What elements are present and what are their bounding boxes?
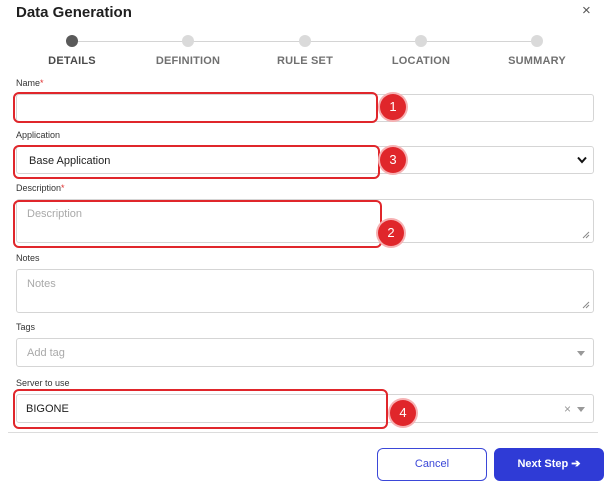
name-label-text: Name	[16, 78, 41, 88]
step-dot-rule-set	[299, 35, 311, 47]
chevron-down-icon	[577, 156, 587, 164]
step-dot-summary	[531, 35, 543, 47]
step-label-location: LOCATION	[391, 55, 451, 67]
tags-label: Tags	[16, 322, 36, 332]
server-label: Server to use	[16, 378, 70, 388]
description-label: Description*	[16, 183, 65, 193]
callout-badge-3: 3	[380, 147, 406, 173]
step-dot-definition	[182, 35, 194, 47]
clear-icon[interactable]: ×	[564, 402, 571, 416]
step-label-rule-set: RULE SET	[277, 55, 333, 67]
server-select[interactable]: BIGONE ×	[16, 394, 594, 423]
callout-badge-2: 2	[378, 220, 404, 246]
step-label-details: DETAILS	[48, 55, 96, 67]
footer-divider	[8, 432, 598, 433]
cancel-button[interactable]: Cancel	[377, 448, 487, 481]
step-dot-location	[415, 35, 427, 47]
next-step-button[interactable]: Next Step ➔	[494, 448, 604, 481]
description-textarea[interactable]: Description	[16, 199, 594, 243]
resize-handle-icon[interactable]	[582, 231, 590, 239]
callout-badge-4: 4	[390, 400, 416, 426]
application-select[interactable]: Base Application	[16, 146, 594, 174]
application-label: Application	[16, 130, 61, 140]
name-label: Name*	[16, 78, 44, 88]
close-icon[interactable]: ×	[582, 2, 591, 19]
caret-down-icon[interactable]	[577, 351, 585, 356]
notes-label: Notes	[16, 253, 40, 263]
dialog-title: Data Generation	[16, 4, 132, 21]
notes-placeholder: Notes	[27, 278, 56, 290]
application-select-value: Base Application	[29, 155, 111, 167]
caret-down-icon[interactable]	[577, 407, 585, 412]
step-label-definition: DEFINITION	[155, 55, 221, 67]
resize-handle-icon[interactable]	[582, 301, 590, 309]
tags-input[interactable]: Add tag	[16, 338, 594, 367]
server-select-value: BIGONE	[26, 403, 69, 415]
description-placeholder: Description	[27, 208, 83, 220]
step-label-summary: SUMMARY	[508, 55, 566, 67]
tags-placeholder: Add tag	[27, 347, 65, 359]
description-required-mark: *	[61, 183, 65, 193]
name-required-mark: *	[40, 78, 44, 88]
description-label-text: Description	[16, 183, 62, 193]
notes-textarea[interactable]: Notes	[16, 269, 594, 313]
name-input[interactable]	[16, 94, 594, 122]
step-dot-details	[66, 35, 78, 47]
callout-badge-1: 1	[380, 94, 406, 120]
